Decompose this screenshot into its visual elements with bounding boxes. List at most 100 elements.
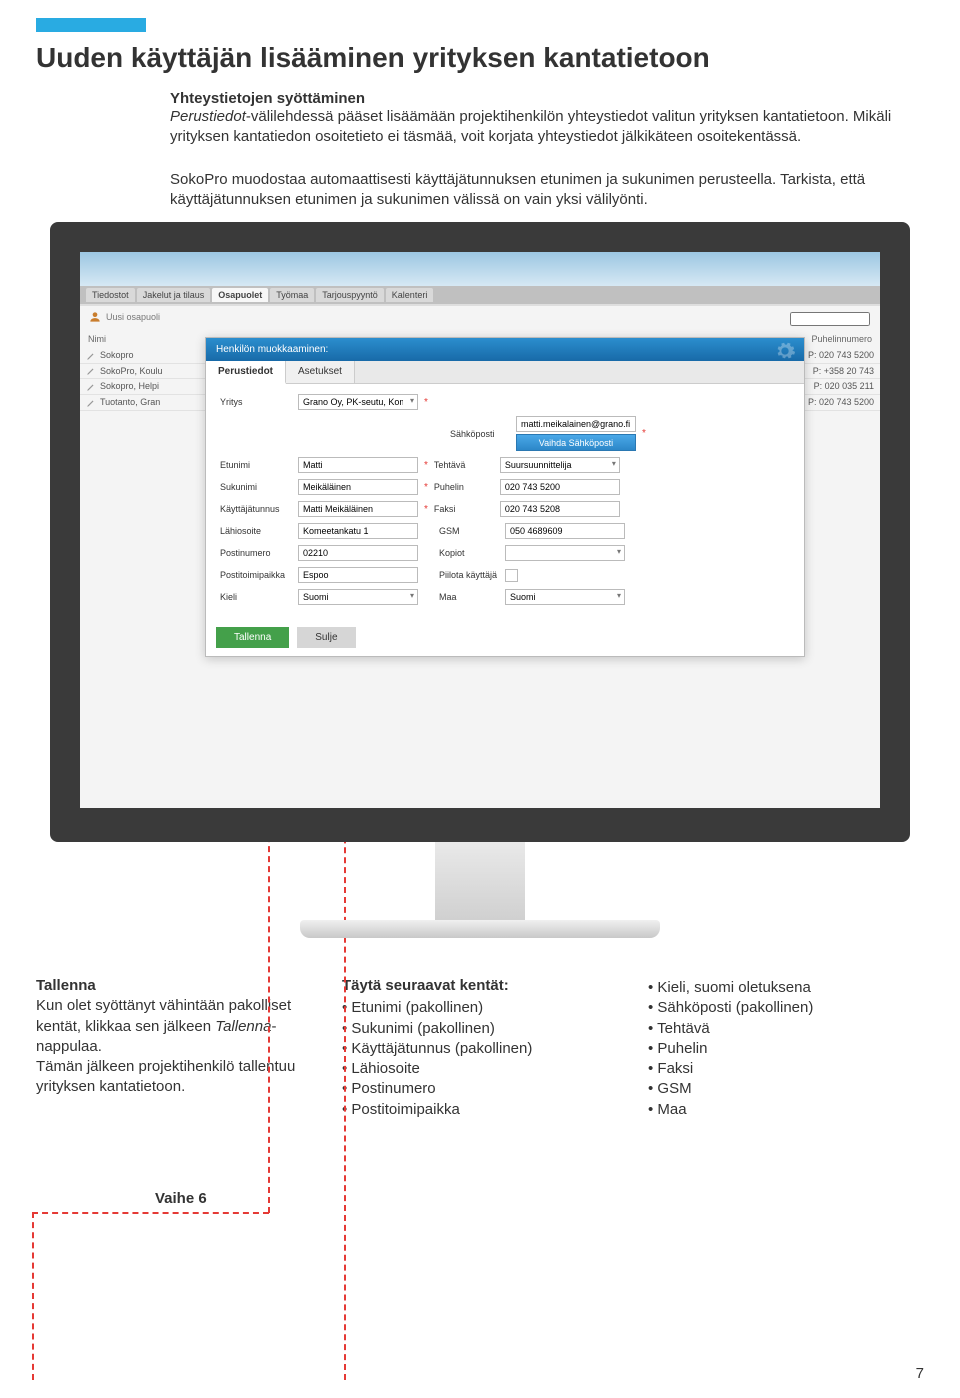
- lahiosoite-input[interactable]: [298, 523, 418, 539]
- kopiot-input[interactable]: [505, 545, 625, 561]
- list-item: Etunimi (pakollinen): [342, 998, 618, 1018]
- row-name: SokoPro, Koulu: [100, 366, 163, 376]
- tab-perustiedot[interactable]: Perustiedot: [206, 361, 286, 384]
- label-lahiosoite: Lähiosoite: [220, 526, 292, 536]
- search-row: [790, 312, 870, 326]
- app-window: Tiedostot Jakelut ja tilaus Osapuolet Ty…: [80, 252, 880, 808]
- tab-kalenteri[interactable]: Kalenteri: [386, 288, 434, 302]
- vaihda-sahkoposti-button[interactable]: Vaihda Sähköposti: [516, 434, 636, 451]
- pencil-icon: [86, 398, 96, 408]
- sky-banner: [80, 252, 880, 286]
- row-phone: P: 020 035 211: [814, 381, 874, 392]
- maa-input[interactable]: [505, 589, 625, 605]
- list-item: Tehtävä: [648, 1019, 924, 1039]
- sukunimi-input[interactable]: [298, 479, 418, 495]
- connector-line: [32, 1212, 34, 1380]
- connector-line: [32, 1212, 269, 1214]
- user-icon: [88, 310, 102, 324]
- gsm-input[interactable]: [505, 523, 625, 539]
- row-phone: P: 020 743 5200: [808, 350, 874, 361]
- pencil-icon: [86, 366, 96, 376]
- tab-tiedostot[interactable]: Tiedostot: [86, 288, 135, 302]
- label-kieli: Kieli: [220, 592, 292, 602]
- edit-person-modal: Henkilön muokkaaminen: Perustiedot Asetu…: [205, 337, 805, 657]
- row-name: Sokopro, Helpi: [100, 381, 159, 391]
- label-kopiot: Kopiot: [439, 548, 499, 558]
- col-tallenna: Tallenna Kun olet syöttänyt vähintään pa…: [36, 976, 312, 1120]
- tab-tarjouspyynto[interactable]: Tarjouspyyntö: [316, 288, 384, 302]
- step5-text: SokoPro muodostaa automaattisesti käyttä…: [170, 170, 905, 211]
- label-faksi: Faksi: [434, 504, 494, 514]
- col-tayta: Täytä seuraavat kentät: Etunimi (pakolli…: [342, 976, 618, 1120]
- monitor: Tiedostot Jakelut ja tilaus Osapuolet Ty…: [50, 222, 910, 938]
- tab-asetukset[interactable]: Asetukset: [286, 361, 355, 383]
- modal-tabs: Perustiedot Asetukset: [206, 361, 804, 384]
- intro-subheading: Yhteystietojen syöttäminen: [170, 90, 905, 107]
- row-phone: P: 020 743 5200: [808, 397, 874, 408]
- required-star: *: [642, 428, 646, 439]
- label-tehtava: Tehtävä: [434, 460, 494, 470]
- tallenna-button[interactable]: Tallenna: [216, 627, 289, 648]
- piilota-checkbox[interactable]: [505, 569, 518, 582]
- list-item: Käyttäjätunnus (pakollinen): [342, 1039, 618, 1059]
- col1-text2: Tämän jälkeen projektihenkilö tallentuu …: [36, 1057, 312, 1098]
- etunimi-input[interactable]: [298, 457, 418, 473]
- postinumero-input[interactable]: [298, 545, 418, 561]
- puhelin-input[interactable]: [500, 479, 620, 495]
- col-extra: Kieli, suomi oletuksena Sähköposti (pako…: [648, 976, 924, 1120]
- list-item: Postitoimipaikka: [342, 1100, 618, 1120]
- monitor-stand-base: [300, 920, 660, 938]
- intro-block: Yhteystietojen syöttäminen Perustiedot-v…: [170, 90, 905, 148]
- col-name: Nimi: [88, 334, 106, 344]
- kayttajatunnus-input[interactable]: [298, 501, 418, 517]
- sahkoposti-input[interactable]: [516, 416, 636, 432]
- label-sahkoposti: Sähköposti: [450, 429, 510, 439]
- col1-text1: Kun olet syöttänyt vähintään pakolliset …: [36, 996, 312, 1057]
- modal-body: Yritys * Sähköposti Vaihda Sähköposti *: [206, 384, 804, 619]
- tab-jakelut[interactable]: Jakelut ja tilaus: [137, 288, 211, 302]
- yritys-input[interactable]: [298, 394, 418, 410]
- new-user-label: Uusi osapuoli: [106, 312, 160, 322]
- kieli-input[interactable]: [298, 589, 418, 605]
- faksi-input[interactable]: [500, 501, 620, 517]
- accent-bar: [36, 18, 146, 32]
- list-item: Postinumero: [342, 1079, 618, 1099]
- bottom-columns: Tallenna Kun olet syöttänyt vähintään pa…: [36, 976, 924, 1120]
- label-gsm: GSM: [439, 526, 499, 536]
- intro-paragraph: Perustiedot-välilehdessä pääset lisäämää…: [170, 107, 905, 148]
- row-name: Sokopro: [100, 350, 134, 360]
- search-input[interactable]: [790, 312, 870, 326]
- gear-icon: [774, 340, 796, 362]
- pencil-icon: [86, 382, 96, 392]
- list-item: Kieli, suomi oletuksena: [648, 978, 924, 998]
- list-item: Sähköposti (pakollinen): [648, 998, 924, 1018]
- col2-list: Etunimi (pakollinen) Sukunimi (pakolline…: [342, 998, 618, 1120]
- label-piilota: Piilota käyttäjä: [439, 570, 499, 580]
- modal-title: Henkilön muokkaaminen:: [216, 344, 328, 355]
- step6-label: Vaihe 6: [155, 1190, 207, 1207]
- tab-osapuolet[interactable]: Osapuolet: [212, 288, 268, 302]
- sulje-button[interactable]: Sulje: [297, 627, 355, 648]
- label-puhelin: Puhelin: [434, 482, 494, 492]
- label-yritys: Yritys: [220, 397, 292, 407]
- tab-tyomaa[interactable]: Työmaa: [270, 288, 314, 302]
- label-sukunimi: Sukunimi: [220, 482, 292, 492]
- monitor-stand-neck: [435, 842, 525, 920]
- row-name: Tuotanto, Gran: [100, 397, 160, 407]
- page-number: 7: [916, 1365, 924, 1382]
- col3-list: Kieli, suomi oletuksena Sähköposti (pako…: [648, 978, 924, 1120]
- list-item: Maa: [648, 1100, 924, 1120]
- label-postitoimipaikka: Postitoimipaikka: [220, 570, 292, 580]
- label-postinumero: Postinumero: [220, 548, 292, 558]
- pencil-icon: [86, 351, 96, 361]
- new-user-button[interactable]: Uusi osapuoli: [80, 306, 168, 328]
- postitoimipaikka-input[interactable]: [298, 567, 418, 583]
- list-item: Puhelin: [648, 1039, 924, 1059]
- required-star: *: [424, 397, 428, 408]
- tehtava-input[interactable]: [500, 457, 620, 473]
- col-phone: Puhelinnumero: [811, 334, 872, 344]
- intro-rest: -välilehdessä pääset lisäämään projektih…: [170, 108, 891, 145]
- modal-footer: Tallenna Sulje: [206, 619, 804, 656]
- modal-title-bar: Henkilön muokkaaminen:: [206, 338, 804, 361]
- col2-title: Täytä seuraavat kentät:: [342, 976, 618, 996]
